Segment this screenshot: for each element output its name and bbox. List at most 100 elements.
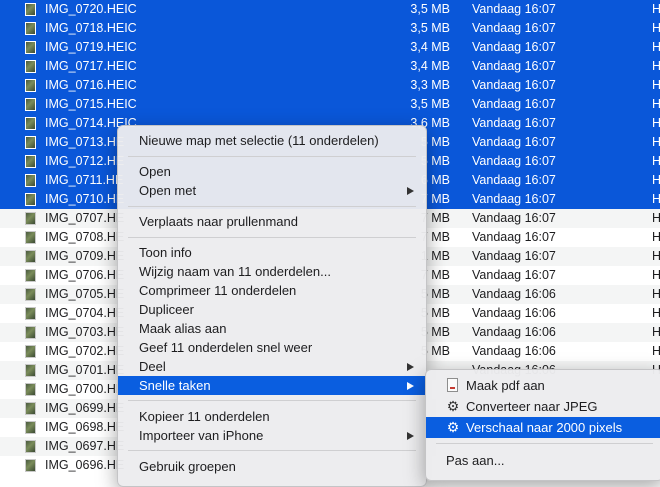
file-name: IMG_0711.HE	[45, 173, 124, 187]
file-date: Vandaag 16:07	[472, 78, 556, 92]
file-name: IMG_0708.HE	[45, 230, 125, 244]
file-name: IMG_0709.HE	[45, 249, 125, 263]
file-date: Vandaag 16:06	[472, 325, 556, 339]
file-date: Vandaag 16:07	[472, 2, 556, 16]
submenu-item-label: Pas aan...	[446, 453, 505, 468]
submenu-item-customize[interactable]: Pas aan...	[426, 450, 660, 471]
menu-item-share[interactable]: Deel	[118, 357, 426, 376]
menu-item-use-groups[interactable]: Gebruik groepen	[118, 457, 426, 476]
menu-item-label: Nieuwe map met selectie (11 onderdelen)	[139, 133, 379, 148]
file-kind: H	[652, 40, 660, 54]
image-thumbnail-icon	[25, 41, 36, 54]
file-date: Vandaag 16:07	[472, 135, 556, 149]
file-kind: H	[652, 230, 660, 244]
file-kind: H	[652, 306, 660, 320]
menu-item-rename[interactable]: Wijzig naam van 11 onderdelen...	[118, 262, 426, 281]
menu-item-label: Open	[139, 164, 171, 179]
menu-separator	[128, 400, 416, 401]
image-thumbnail-icon	[25, 288, 36, 301]
file-row[interactable]: IMG_0715.HEIC 3,5 MB Vandaag 16:07 H	[0, 95, 660, 114]
menu-item-quick-actions[interactable]: Snelle taken	[118, 376, 426, 395]
submenu-item-convert-to-jpeg[interactable]: ⚙ Converteer naar JPEG	[426, 396, 660, 417]
file-date: Vandaag 16:06	[472, 306, 556, 320]
file-kind: H	[652, 154, 660, 168]
file-kind: H	[652, 97, 660, 111]
submenu-item-create-pdf[interactable]: Maak pdf aan	[426, 375, 660, 396]
file-row[interactable]: IMG_0720.HEIC 3,5 MB Vandaag 16:07 H	[0, 0, 660, 19]
file-name: IMG_0704.HE	[45, 306, 125, 320]
file-date: Vandaag 16:06	[472, 344, 556, 358]
image-thumbnail-icon	[25, 326, 36, 339]
menu-item-open[interactable]: Open	[118, 162, 426, 181]
menu-item-make-alias[interactable]: Maak alias aan	[118, 319, 426, 338]
menu-item-compress[interactable]: Comprimeer 11 onderdelen	[118, 281, 426, 300]
file-date: Vandaag 16:07	[472, 59, 556, 73]
image-thumbnail-icon	[25, 459, 36, 472]
submenu-item-label: Maak pdf aan	[466, 378, 545, 393]
menu-item-label: Verplaats naar prullenmand	[139, 214, 298, 229]
submenu-item-label: Converteer naar JPEG	[466, 399, 598, 414]
file-date: Vandaag 16:07	[472, 116, 556, 130]
image-thumbnail-icon	[25, 174, 36, 187]
file-kind: H	[652, 2, 660, 16]
menu-item-label: Toon info	[139, 245, 192, 260]
image-thumbnail-icon	[25, 136, 36, 149]
file-date: Vandaag 16:07	[472, 249, 556, 263]
file-date: Vandaag 16:07	[472, 154, 556, 168]
menu-item-copy[interactable]: Kopieer 11 onderdelen	[118, 407, 426, 426]
file-name: IMG_0700.HE	[45, 382, 125, 396]
image-thumbnail-icon	[25, 231, 36, 244]
image-thumbnail-icon	[25, 60, 36, 73]
file-kind: H	[652, 59, 660, 73]
menu-item-open-with[interactable]: Open met	[118, 181, 426, 200]
file-row[interactable]: IMG_0717.HEIC 3,4 MB Vandaag 16:07 H	[0, 57, 660, 76]
file-row[interactable]: IMG_0716.HEIC 3,3 MB Vandaag 16:07 H	[0, 76, 660, 95]
file-row[interactable]: IMG_0718.HEIC 3,5 MB Vandaag 16:07 H	[0, 19, 660, 38]
file-date: Vandaag 16:07	[472, 211, 556, 225]
file-date: Vandaag 16:06	[472, 287, 556, 301]
file-kind: H	[652, 249, 660, 263]
menu-item-label: Dupliceer	[139, 302, 194, 317]
image-thumbnail-icon	[25, 98, 36, 111]
menu-item-label: Deel	[139, 359, 166, 374]
image-thumbnail-icon	[25, 155, 36, 168]
image-thumbnail-icon	[25, 22, 36, 35]
submenu-item-resize-2000[interactable]: ⚙ Verschaal naar 2000 pixels	[426, 417, 660, 438]
file-name: IMG_0705.HE	[45, 287, 125, 301]
file-row[interactable]: IMG_0719.HEIC 3,4 MB Vandaag 16:07 H	[0, 38, 660, 57]
image-thumbnail-icon	[25, 440, 36, 453]
menu-item-duplicate[interactable]: Dupliceer	[118, 300, 426, 319]
file-name: IMG_0696.HE	[45, 458, 125, 472]
image-thumbnail-icon	[25, 421, 36, 434]
file-date: Vandaag 16:07	[472, 97, 556, 111]
file-name: IMG_0710.HE	[45, 192, 125, 206]
menu-separator	[436, 443, 653, 444]
menu-item-new-folder-with-selection[interactable]: Nieuwe map met selectie (11 onderdelen)	[118, 131, 426, 150]
file-name: IMG_0719.HEIC	[45, 40, 137, 54]
image-thumbnail-icon	[25, 212, 36, 225]
menu-item-get-info[interactable]: Toon info	[118, 243, 426, 262]
file-date: Vandaag 16:07	[472, 230, 556, 244]
file-name: IMG_0703.HE	[45, 325, 125, 339]
file-kind: H	[652, 287, 660, 301]
file-name: IMG_0701.HE	[45, 363, 125, 377]
file-name: IMG_0716.HEIC	[45, 78, 137, 92]
menu-item-label: Open met	[139, 183, 197, 198]
menu-item-quick-look[interactable]: Geef 11 onderdelen snel weer	[118, 338, 426, 357]
chevron-right-icon	[407, 187, 414, 195]
file-date: Vandaag 16:07	[472, 173, 556, 187]
menu-item-move-to-trash[interactable]: Verplaats naar prullenmand	[118, 212, 426, 231]
menu-separator	[128, 206, 416, 207]
menu-item-label: Geef 11 onderdelen snel weer	[139, 340, 313, 355]
image-thumbnail-icon	[25, 364, 36, 377]
image-thumbnail-icon	[25, 307, 36, 320]
menu-item-label: Comprimeer 11 onderdelen	[139, 283, 297, 298]
menu-separator	[128, 237, 416, 238]
file-name: IMG_0715.HEIC	[45, 97, 137, 111]
chevron-right-icon	[407, 382, 414, 390]
chevron-right-icon	[407, 432, 414, 440]
menu-item-import-from-iphone[interactable]: Importeer van iPhone	[118, 426, 426, 445]
file-size: 3,3 MB	[410, 78, 450, 92]
image-thumbnail-icon	[25, 3, 36, 16]
file-date: Vandaag 16:07	[472, 21, 556, 35]
